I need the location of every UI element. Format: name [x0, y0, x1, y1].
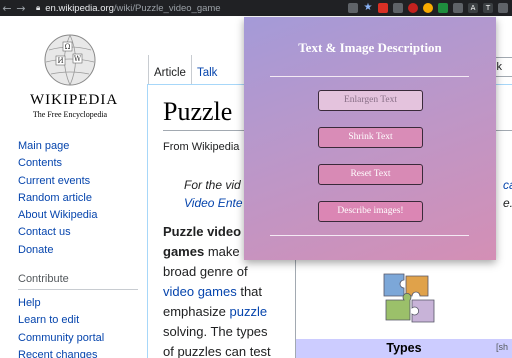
screen: ← → 🔒︎ en.wikipedia.org/wiki/Puzzle_vide…: [0, 0, 512, 358]
sidebar-item-contents[interactable]: Contents: [18, 155, 143, 172]
extension-icons: ★ A T: [348, 0, 512, 16]
wikipedia-logo[interactable]: Ω W И Wikipedia The Free Encyclopedia: [30, 30, 119, 119]
lead-text-4: that: [236, 284, 263, 299]
sidebar-item-current-events[interactable]: Current events: [18, 173, 143, 190]
extension-yellow-icon[interactable]: [423, 3, 433, 13]
popup-divider-top: [270, 76, 469, 77]
puzzle-link[interactable]: puzzle: [229, 304, 267, 319]
describe-images-button[interactable]: Describe images!: [318, 201, 423, 222]
popup-title: Text & Image Description: [298, 40, 442, 55]
sidebar-item-random-article[interactable]: Random article: [18, 190, 143, 207]
extension-popup: Text & Image Description Enlargen Text S…: [244, 17, 496, 260]
svg-text:W: W: [74, 55, 82, 63]
url-path: /wiki/Puzzle_video_game: [113, 2, 221, 14]
sidebar-item-contact[interactable]: Contact us: [18, 224, 143, 241]
extension-red-icon[interactable]: [378, 3, 388, 13]
back-arrow-icon[interactable]: ←: [0, 2, 14, 15]
puzzle-pieces-image[interactable]: [380, 270, 440, 326]
a-icon[interactable]: A: [468, 3, 478, 13]
sidebar-item-donate[interactable]: Donate: [18, 242, 143, 259]
browser-toolbar: ← → 🔒︎ en.wikipedia.org/wiki/Puzzle_vide…: [0, 0, 512, 16]
wikipedia-wordmark: Wikipedia: [30, 92, 119, 108]
sidebar-item-community-portal[interactable]: Community portal: [18, 330, 143, 347]
reset-text-button[interactable]: Reset Text: [318, 164, 423, 185]
lock-icon[interactable]: 🔒︎: [36, 3, 40, 13]
sidebar-item-main-page[interactable]: Main page: [18, 138, 143, 155]
svg-text:И: И: [57, 57, 63, 65]
extension-circle-icon[interactable]: [408, 3, 418, 13]
enlarge-text-button[interactable]: Enlargen Text: [318, 90, 423, 111]
infobox-heading-types: Types: [296, 339, 512, 358]
forward-arrow-icon[interactable]: →: [14, 2, 28, 15]
svg-text:Ω: Ω: [65, 43, 71, 51]
lead-bold-2: games: [163, 244, 205, 259]
t-icon[interactable]: T: [483, 3, 493, 13]
sidebar-item-learn-to-edit[interactable]: Learn to edit: [18, 312, 143, 329]
page-title: Puzzle: [163, 97, 233, 126]
video-games-link[interactable]: video games: [163, 284, 237, 299]
lead-text-7: of puzzles can test: [163, 344, 271, 358]
sidebar-heading-contribute: Contribute: [18, 273, 138, 291]
tab-article[interactable]: Article: [148, 55, 192, 85]
star-icon[interactable]: ★: [363, 3, 373, 13]
lead-text-3: broad genre of: [163, 264, 248, 279]
wikipedia-tagline: The Free Encyclopedia: [32, 110, 108, 119]
content-border: [147, 84, 148, 358]
address-bar[interactable]: en.wikipedia.org/wiki/Puzzle_video_game: [45, 3, 245, 14]
infobox-show-toggle[interactable]: [sh: [496, 342, 508, 352]
extension-puzzle-icon[interactable]: [453, 3, 463, 13]
page-tabs: Article Talk: [148, 55, 222, 85]
extension-grey-icon[interactable]: [393, 3, 403, 13]
shrink-text-button[interactable]: Shrink Text: [318, 127, 423, 148]
url-domain: en.wikipedia.org: [45, 2, 114, 14]
lead-text-6: solving. The types: [163, 324, 268, 339]
reading-list-icon[interactable]: [498, 3, 508, 13]
lead-text-5: emphasize: [163, 304, 230, 319]
hatnote-right: ca e.: [503, 176, 512, 212]
lead-bold-1: Puzzle video: [163, 224, 242, 239]
from-wikipedia-line: From Wikipedia: [163, 141, 240, 153]
sidebar-item-help[interactable]: Help: [18, 295, 143, 312]
hatnote-right-end: e.: [503, 196, 512, 210]
globe-icon: Ω W И: [44, 34, 96, 86]
eye-off-icon[interactable]: [348, 3, 358, 13]
hatnote-right-link[interactable]: ca: [503, 176, 512, 194]
sidebar-item-about[interactable]: About Wikipedia: [18, 207, 143, 224]
sidebar-item-recent-changes[interactable]: Recent changes: [18, 347, 143, 358]
tab-talk[interactable]: Talk: [192, 67, 222, 85]
popup-divider-bottom: [270, 235, 469, 236]
sidebar-navigation: Main page Contents Current events Random…: [18, 138, 143, 358]
shield-icon[interactable]: [438, 3, 448, 13]
